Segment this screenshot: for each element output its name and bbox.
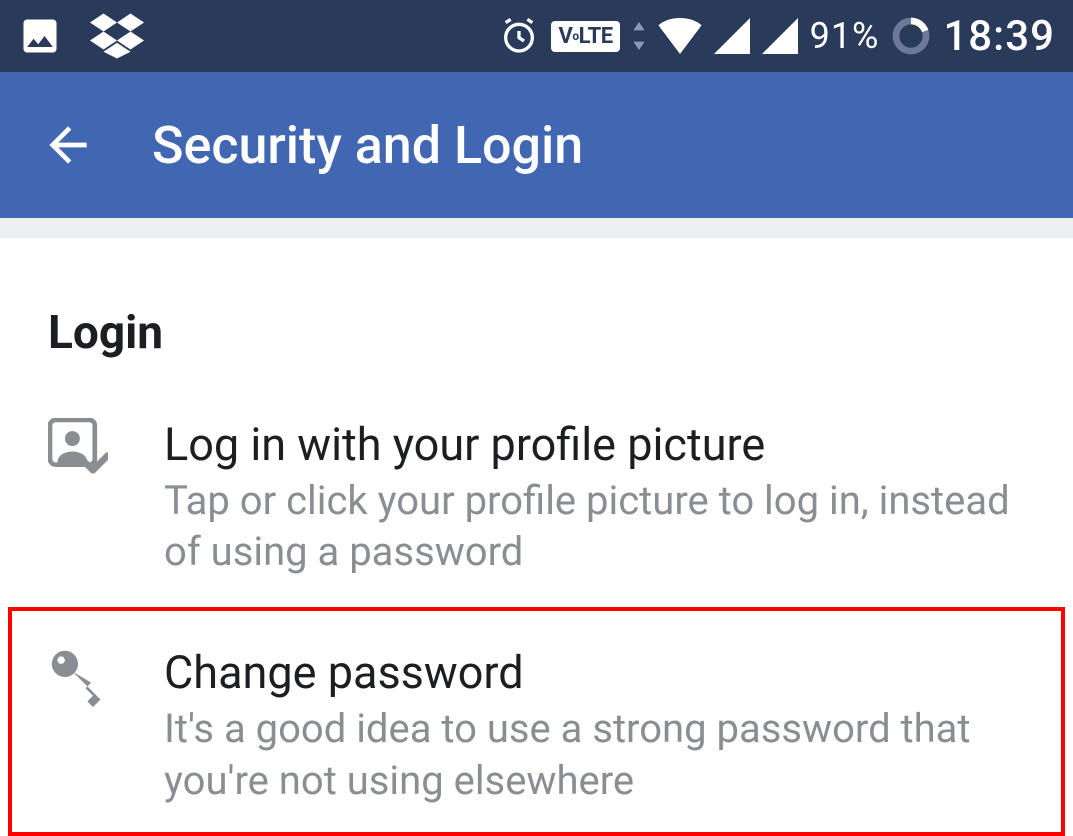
setting-row-profile-picture-login[interactable]: Log in with your profile picture Tap or … [0, 380, 1073, 607]
wifi-icon [658, 18, 702, 54]
signal-icon-2 [762, 18, 798, 54]
alarm-icon [499, 16, 539, 56]
status-right-icons: VoLTE 91% 18: [499, 12, 1055, 61]
dropbox-icon [90, 12, 144, 60]
setting-row-change-password[interactable]: Change password It's a good idea to use … [8, 607, 1065, 835]
profile-login-icon [48, 418, 108, 474]
section-header-login: Login [0, 278, 1073, 380]
expand-icon [632, 22, 646, 50]
status-bar: VoLTE 91% 18: [0, 0, 1073, 72]
key-icon [48, 646, 108, 708]
back-button[interactable] [40, 117, 96, 173]
setting-title: Change password [164, 646, 1021, 699]
setting-subtitle: Tap or click your profile picture to log… [164, 475, 1025, 577]
app-bar: Security and Login [0, 72, 1073, 218]
battery-percent: 91% [810, 15, 880, 57]
volte-badge: VoLTE [551, 21, 619, 52]
setting-title: Log in with your profile picture [164, 418, 1025, 471]
page-title: Security and Login [152, 115, 583, 176]
image-icon [18, 14, 62, 58]
content: Login Log in with your profile picture T… [0, 238, 1073, 836]
data-circle-icon [891, 16, 931, 56]
clock: 18:39 [943, 12, 1055, 61]
setting-subtitle: It's a good idea to use a strong passwor… [164, 703, 1021, 805]
status-left-icons [18, 12, 144, 60]
separator [0, 218, 1073, 238]
signal-icon-1 [714, 18, 750, 54]
